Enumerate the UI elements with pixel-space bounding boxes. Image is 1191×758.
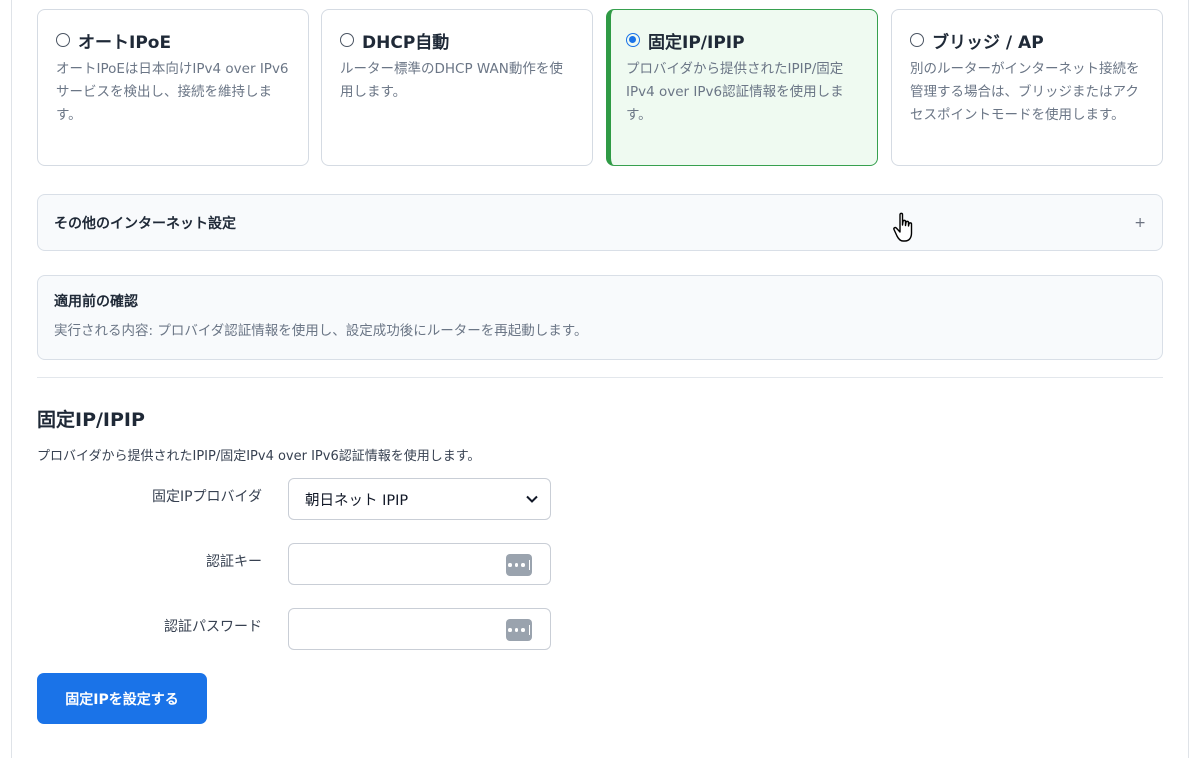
mode-title: オートIPoE bbox=[78, 32, 172, 53]
mode-card-fixed-ip[interactable]: 固定IP/IPIP プロバイダから提供されたIPIP/固定IPv4 over I… bbox=[606, 9, 878, 166]
expand-plus-icon: + bbox=[1134, 214, 1146, 231]
other-settings-label: その他のインターネット設定 bbox=[54, 215, 236, 232]
chevron-down-icon bbox=[526, 492, 538, 507]
mode-card-bridge-ap[interactable]: ブリッジ / AP 別のルーターがインターネット接続を管理する場合は、ブリッジま… bbox=[891, 9, 1163, 166]
auth-key-label: 認証キー bbox=[206, 554, 262, 570]
mode-description: 別のルーターがインターネット接続を管理する場合は、ブリッジまたはアクセスポイント… bbox=[910, 61, 1140, 123]
mode-title: ブリッジ / AP bbox=[932, 32, 1044, 53]
mode-description: ルーター標準のDHCP WAN動作を使用します。 bbox=[340, 61, 563, 100]
section-description: プロバイダから提供されたIPIP/固定IPv4 over IPv6認証情報を使用… bbox=[37, 449, 481, 464]
provider-label: 固定IPプロバイダ bbox=[151, 489, 262, 505]
radio-bridge-ap[interactable] bbox=[910, 33, 924, 47]
password-manager-icon[interactable] bbox=[506, 554, 532, 576]
radio-dhcp[interactable] bbox=[340, 33, 354, 47]
mode-title: DHCP自動 bbox=[362, 32, 450, 53]
mode-card-header: 固定IP/IPIP bbox=[626, 28, 861, 53]
set-fixed-ip-button[interactable]: 固定IPを設定する bbox=[37, 673, 207, 724]
mode-description: オートIPoEは日本向けIPv4 over IPv6サービスを検出し、接続を維持… bbox=[56, 61, 289, 123]
mode-card-header: オートIPoE bbox=[56, 28, 292, 53]
auth-password-label: 認証パスワード bbox=[164, 619, 262, 635]
hand-cursor-icon bbox=[892, 212, 918, 248]
mode-card-auto-ipoe[interactable]: オートIPoE オートIPoEは日本向けIPv4 over IPv6サービスを検… bbox=[37, 9, 309, 166]
mode-card-header: ブリッジ / AP bbox=[910, 28, 1146, 53]
section-title: 固定IP/IPIP bbox=[37, 409, 145, 431]
auth-password-input[interactable] bbox=[288, 608, 551, 650]
provider-select[interactable]: 朝日ネット IPIP bbox=[288, 478, 551, 520]
mode-description: プロバイダから提供されたIPIP/固定IPv4 over IPv6認証情報を使用… bbox=[626, 61, 844, 123]
radio-auto-ipoe[interactable] bbox=[56, 33, 70, 47]
mode-card-header: DHCP自動 bbox=[340, 28, 576, 53]
confirm-title: 適用前の確認 bbox=[54, 294, 138, 310]
confirm-text: 実行される内容: プロバイダ認証情報を使用し、設定成功後にルーターを再起動します… bbox=[54, 323, 588, 339]
provider-selected-value: 朝日ネット IPIP bbox=[305, 492, 409, 509]
radio-fixed-ip[interactable] bbox=[626, 33, 640, 47]
confirm-panel: 適用前の確認 実行される内容: プロバイダ認証情報を使用し、設定成功後にルーター… bbox=[37, 275, 1163, 360]
section-divider bbox=[37, 377, 1163, 378]
mode-title: 固定IP/IPIP bbox=[648, 32, 745, 53]
auth-key-input[interactable] bbox=[288, 543, 551, 585]
mode-card-dhcp[interactable]: DHCP自動 ルーター標準のDHCP WAN動作を使用します。 bbox=[321, 9, 593, 166]
other-settings-toggle[interactable]: その他のインターネット設定 + bbox=[37, 194, 1163, 251]
password-manager-icon[interactable] bbox=[506, 619, 532, 641]
